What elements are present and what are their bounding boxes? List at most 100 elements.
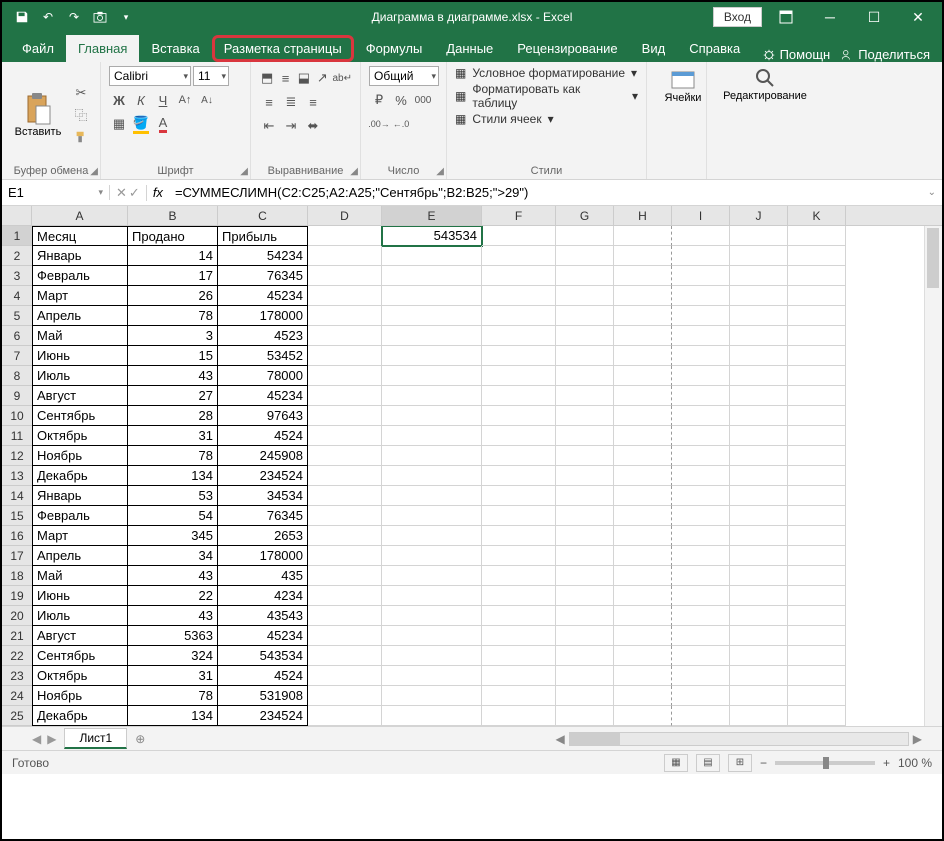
cell[interactable]: [556, 626, 614, 646]
cell[interactable]: 76345: [218, 266, 308, 286]
col-header[interactable]: C: [218, 206, 308, 225]
cell[interactable]: 43: [128, 606, 218, 626]
cell[interactable]: [308, 666, 382, 686]
cell[interactable]: [482, 606, 556, 626]
cell[interactable]: Прибыль: [218, 226, 308, 246]
cell[interactable]: [382, 426, 482, 446]
cell[interactable]: [556, 386, 614, 406]
underline-icon[interactable]: Ч: [153, 90, 173, 110]
align-right-icon[interactable]: ≡: [303, 92, 323, 112]
cell[interactable]: [788, 286, 846, 306]
align-launcher-icon[interactable]: ◢: [350, 166, 358, 177]
cell[interactable]: [730, 606, 788, 626]
cell[interactable]: [382, 626, 482, 646]
cell[interactable]: 531908: [218, 686, 308, 706]
row-header[interactable]: 12: [2, 446, 32, 466]
cell[interactable]: 78: [128, 686, 218, 706]
cell[interactable]: [482, 286, 556, 306]
bold-icon[interactable]: Ж: [109, 90, 129, 110]
cell[interactable]: Август: [32, 386, 128, 406]
cell[interactable]: [672, 286, 730, 306]
cell[interactable]: [308, 246, 382, 266]
col-header[interactable]: E: [382, 206, 482, 225]
cell[interactable]: Ноябрь: [32, 446, 128, 466]
cell[interactable]: [308, 426, 382, 446]
cell[interactable]: 4524: [218, 666, 308, 686]
cell[interactable]: Август: [32, 626, 128, 646]
tell-me-button[interactable]: Помощн: [762, 47, 831, 62]
cell[interactable]: [672, 626, 730, 646]
cell[interactable]: [788, 486, 846, 506]
cancel-formula-icon[interactable]: ✕: [116, 185, 127, 201]
cell[interactable]: 14: [128, 246, 218, 266]
cell[interactable]: [730, 666, 788, 686]
cell[interactable]: [382, 706, 482, 726]
cell[interactable]: [614, 366, 672, 386]
cell[interactable]: Февраль: [32, 506, 128, 526]
cell[interactable]: [614, 226, 672, 246]
cell[interactable]: [556, 506, 614, 526]
row-header[interactable]: 1: [2, 226, 32, 246]
sheet-tab[interactable]: Лист1: [64, 728, 127, 749]
cell[interactable]: [730, 346, 788, 366]
cell[interactable]: [730, 646, 788, 666]
cell[interactable]: 5363: [128, 626, 218, 646]
cell[interactable]: [614, 466, 672, 486]
cell[interactable]: [556, 306, 614, 326]
cell[interactable]: [730, 226, 788, 246]
login-button[interactable]: Вход: [713, 7, 762, 27]
col-header[interactable]: J: [730, 206, 788, 225]
conditional-format-button[interactable]: ▦Условное форматирование ▾: [455, 66, 638, 80]
tab-Файл[interactable]: Файл: [10, 35, 66, 62]
view-page-break-icon[interactable]: ⊞: [728, 754, 752, 772]
cell[interactable]: [382, 686, 482, 706]
cell[interactable]: [788, 646, 846, 666]
cell[interactable]: [730, 526, 788, 546]
dec-increase-icon[interactable]: .00→: [369, 114, 389, 134]
editing-button[interactable]: Редактирование: [715, 66, 815, 102]
row-header[interactable]: 6: [2, 326, 32, 346]
cell[interactable]: 17: [128, 266, 218, 286]
cell[interactable]: [556, 346, 614, 366]
cell[interactable]: [482, 446, 556, 466]
cell[interactable]: [382, 546, 482, 566]
cell[interactable]: 27: [128, 386, 218, 406]
tab-Рецензирование[interactable]: Рецензирование: [505, 35, 629, 62]
cell[interactable]: [308, 526, 382, 546]
row-header[interactable]: 2: [2, 246, 32, 266]
col-header[interactable]: H: [614, 206, 672, 225]
row-header[interactable]: 19: [2, 586, 32, 606]
cell[interactable]: [672, 546, 730, 566]
cell[interactable]: Декабрь: [32, 706, 128, 726]
ribbon-options-icon[interactable]: [766, 2, 806, 32]
cell[interactable]: [482, 666, 556, 686]
cell[interactable]: [730, 446, 788, 466]
cell[interactable]: [308, 266, 382, 286]
cell[interactable]: [556, 366, 614, 386]
cell[interactable]: 45234: [218, 626, 308, 646]
cell[interactable]: [788, 446, 846, 466]
cell[interactable]: [730, 386, 788, 406]
cell[interactable]: [788, 326, 846, 346]
cell[interactable]: [672, 306, 730, 326]
cell[interactable]: [482, 366, 556, 386]
cell[interactable]: [730, 266, 788, 286]
cell[interactable]: [308, 306, 382, 326]
cell[interactable]: [672, 446, 730, 466]
orientation-icon[interactable]: ↗: [314, 68, 330, 88]
cell[interactable]: [788, 406, 846, 426]
cell[interactable]: [614, 286, 672, 306]
cell[interactable]: [614, 646, 672, 666]
cell[interactable]: [730, 706, 788, 726]
cell[interactable]: [730, 466, 788, 486]
cell[interactable]: [672, 606, 730, 626]
row-header[interactable]: 8: [2, 366, 32, 386]
tab-Вид[interactable]: Вид: [630, 35, 678, 62]
cell[interactable]: [556, 246, 614, 266]
cell[interactable]: [730, 406, 788, 426]
cell[interactable]: [382, 266, 482, 286]
row-header[interactable]: 23: [2, 666, 32, 686]
row-header[interactable]: 21: [2, 626, 32, 646]
cell[interactable]: 54234: [218, 246, 308, 266]
row-header[interactable]: 3: [2, 266, 32, 286]
